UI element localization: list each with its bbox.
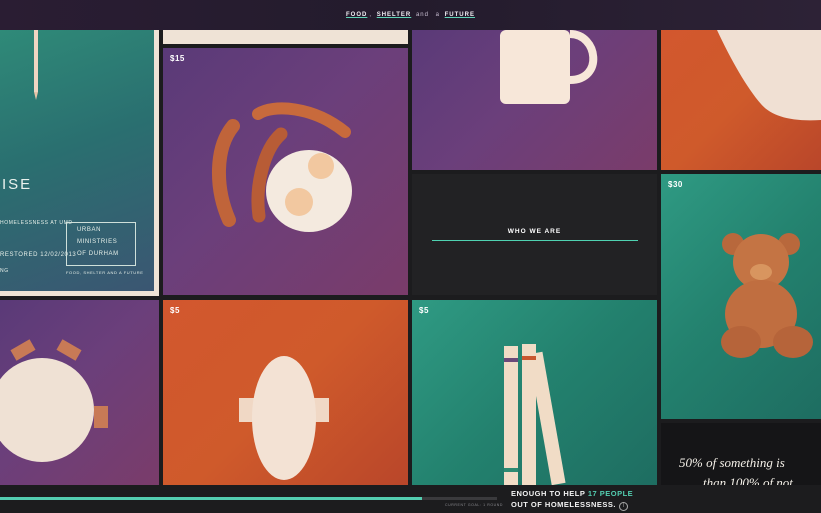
quote-text: 50% of something is than 100% of not [679, 453, 793, 485]
poster-tagline: FOOD, SHELTER AND A FUTURE [66, 270, 144, 275]
bacon-eggs-image [211, 102, 352, 232]
who-we-are-block: WHO WE ARE [412, 174, 657, 295]
help-line-2: OUT OF HOMELESSNESS. i [511, 499, 633, 511]
logo-line-2: MINISTRIES [77, 239, 118, 245]
logo-line-3: OF DURHAM [77, 251, 119, 257]
pad-tile[interactable]: $5 [163, 300, 408, 485]
table-chairs-tile[interactable] [0, 300, 159, 485]
teddy-bear-tile[interactable]: $30 [661, 174, 821, 419]
crayons-image [504, 344, 566, 485]
nav-a: a [435, 12, 440, 18]
price-tag: $30 [668, 180, 683, 189]
poster-line-2: RESTORED 12/02/2013 [0, 252, 77, 258]
nav-link-food[interactable]: FOOD [346, 12, 367, 18]
pad-image [239, 356, 329, 480]
pencil-image [34, 30, 38, 92]
bacon-eggs-tile[interactable]: $15 [163, 48, 408, 295]
poster-artwork: ISE HOMELESSNESS AT UMD RESTORED 12/02/2… [0, 30, 154, 291]
nav-tagline: FOOD, SHELTER and a FUTURE [346, 12, 475, 18]
poster-headline: ISE [2, 176, 33, 193]
price-tag: $15 [170, 54, 185, 63]
price-tag: $5 [419, 306, 429, 315]
nav-sep: , [369, 12, 373, 18]
help-line-1: ENOUGH TO HELP 17 PEOPLE [511, 489, 634, 498]
poster-line-1: HOMELESSNESS AT UMD [0, 220, 73, 226]
goal-progress-fill [0, 497, 423, 500]
poster-line-small: NG [0, 268, 9, 274]
teddy-bear-image [721, 233, 813, 358]
poster-tile[interactable]: ISE HOMELESSNESS AT UMD RESTORED 12/02/2… [0, 30, 159, 296]
diaper-tile[interactable] [661, 30, 821, 170]
info-icon[interactable]: i [619, 502, 629, 511]
strip-tile [163, 30, 408, 44]
table-chairs-image [0, 339, 108, 462]
goal-progress-bar [0, 497, 497, 500]
mug-image [500, 30, 598, 104]
price-tag: $5 [170, 306, 180, 315]
pencil-tip [34, 92, 38, 100]
quote-line-1: 50% of something is [679, 455, 785, 470]
urban-ministries-logo: URBAN MINISTRIES OF DURHAM [66, 222, 136, 266]
top-nav-bar: FOOD, SHELTER and a FUTURE [0, 0, 821, 30]
quote-line-2: than 100% of not [703, 475, 793, 485]
who-we-are-tile[interactable]: WHO WE ARE [412, 174, 657, 295]
logo-line-1: URBAN [77, 227, 102, 233]
nav-link-shelter[interactable]: SHELTER [377, 12, 412, 18]
crayons-tile[interactable]: $5 [412, 300, 657, 485]
who-we-are-underline [431, 240, 638, 241]
help-message: ENOUGH TO HELP 17 PEOPLE OUT OF HOMELESS… [511, 488, 633, 511]
nav-and: and [415, 12, 429, 18]
current-goal-label: CURRENT GOAL: 1 ROUND [445, 503, 504, 507]
quote-tile[interactable]: 50% of something is than 100% of not [661, 423, 821, 485]
diaper-image [717, 30, 821, 121]
who-we-are-link[interactable]: WHO WE ARE [508, 228, 561, 235]
nav-link-future[interactable]: FUTURE [445, 12, 475, 18]
people-count: 17 PEOPLE [587, 489, 634, 498]
mug-tile[interactable] [412, 30, 657, 170]
